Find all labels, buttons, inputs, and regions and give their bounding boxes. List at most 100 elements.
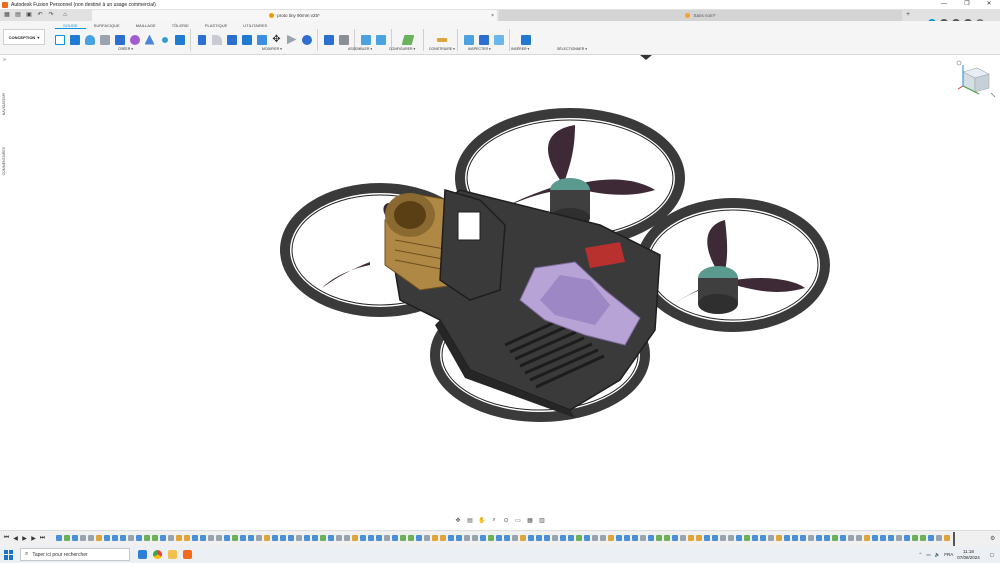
look-at-icon[interactable]: ▤ — [465, 517, 475, 524]
pattern-icon[interactable] — [113, 33, 126, 46]
chrome-app-icon[interactable] — [153, 550, 162, 559]
timeline-feature-icon[interactable] — [456, 535, 462, 541]
clock[interactable]: 11:18 07/08/2024 — [957, 549, 980, 561]
timeline-feature-icon[interactable] — [96, 535, 102, 541]
timeline-feature-icon[interactable] — [128, 535, 134, 541]
file-explorer-icon[interactable] — [168, 550, 177, 559]
timeline-feature-icon[interactable] — [632, 535, 638, 541]
point-icon[interactable] — [158, 33, 171, 46]
home-icon[interactable]: ⌂ — [61, 11, 69, 19]
volume-icon[interactable]: 🔈 — [935, 552, 941, 558]
fillet-icon[interactable] — [210, 33, 223, 46]
timeline-next-icon[interactable]: ▶ — [30, 535, 37, 542]
timeline-feature-icon[interactable] — [352, 535, 358, 541]
timeline-feature-icon[interactable] — [736, 535, 742, 541]
timeline-feature-icon[interactable] — [488, 535, 494, 541]
timeline-feature-icon[interactable] — [296, 535, 302, 541]
timeline-feature-icon[interactable] — [288, 535, 294, 541]
fusion-taskbar-icon[interactable] — [183, 550, 192, 559]
timeline-feature-icon[interactable] — [936, 535, 942, 541]
timeline-feature-icon[interactable] — [424, 535, 430, 541]
configure-table-icon[interactable] — [374, 33, 387, 46]
timeline-feature-icon[interactable] — [888, 535, 894, 541]
timeline-feature-icon[interactable] — [312, 535, 318, 541]
create-sketch-icon[interactable] — [53, 33, 66, 46]
group-select[interactable]: SÉLECTIONNER ▾ — [557, 47, 587, 51]
group-configure[interactable]: CONFIGURER ▾ — [389, 47, 415, 51]
timeline-feature-icon[interactable] — [944, 535, 950, 541]
timeline-feature-icon[interactable] — [168, 535, 174, 541]
timeline-feature-icon[interactable] — [80, 535, 86, 541]
chamfer-icon[interactable] — [225, 33, 238, 46]
timeline-feature-icon[interactable] — [928, 535, 934, 541]
taskbar-search[interactable]: ⌕ Taper ici pour rechercher — [20, 548, 130, 561]
3d-viewport[interactable] — [0, 55, 1000, 528]
timeline-feature-icon[interactable] — [824, 535, 830, 541]
timeline-feature-icon[interactable] — [400, 535, 406, 541]
timeline-feature-icon[interactable] — [232, 535, 238, 541]
timeline-feature-icon[interactable] — [728, 535, 734, 541]
timeline-feature-icon[interactable] — [120, 535, 126, 541]
notification-icon[interactable]: ▢ — [990, 552, 994, 558]
timeline-feature-icon[interactable] — [696, 535, 702, 541]
joint-icon[interactable] — [337, 33, 350, 46]
timeline-feature-icon[interactable] — [896, 535, 902, 541]
timeline-feature-icon[interactable] — [784, 535, 790, 541]
align-icon[interactable] — [285, 33, 298, 46]
timeline-feature-icon[interactable] — [200, 535, 206, 541]
timeline-feature-icon[interactable] — [88, 535, 94, 541]
display-settings-icon[interactable]: ▭ — [513, 517, 523, 524]
timeline-feature-icon[interactable] — [112, 535, 118, 541]
timeline-feature-icon[interactable] — [680, 535, 686, 541]
timeline-feature-icon[interactable] — [704, 535, 710, 541]
tray-chevron-icon[interactable]: ⌃ — [919, 552, 923, 558]
timeline-feature-icon[interactable] — [256, 535, 262, 541]
save-icon[interactable]: ▣ — [25, 11, 33, 19]
tab-proto-tiny[interactable]: proto tiny 90mm v25* × — [92, 10, 497, 21]
timeline-feature-icon[interactable] — [216, 535, 222, 541]
timeline-feature-icon[interactable] — [616, 535, 622, 541]
parameters-icon[interactable] — [359, 33, 372, 46]
zoom-icon[interactable]: ⌕ — [489, 517, 499, 524]
tab-solide[interactable]: SOLIDE — [55, 22, 86, 29]
box-icon[interactable] — [68, 33, 81, 46]
timeline-feature-icon[interactable] — [712, 535, 718, 541]
timeline-start-icon[interactable]: ⏮ — [3, 535, 10, 542]
offset-plane-icon[interactable] — [401, 33, 414, 46]
mirror-icon[interactable] — [173, 33, 186, 46]
timeline-feature-icon[interactable] — [344, 535, 350, 541]
timeline-feature-icon[interactable] — [392, 535, 398, 541]
timeline-feature-icon[interactable] — [624, 535, 630, 541]
tab-surfacique[interactable]: SURFACIQUE — [86, 22, 128, 29]
timeline-feature-icon[interactable] — [248, 535, 254, 541]
press-pull-icon[interactable] — [195, 33, 208, 46]
timeline-feature-icon[interactable] — [528, 535, 534, 541]
timeline-feature-icon[interactable] — [472, 535, 478, 541]
timeline-feature-icon[interactable] — [808, 535, 814, 541]
timeline-feature-icon[interactable] — [648, 535, 654, 541]
viewports-icon[interactable]: ▥ — [537, 517, 547, 524]
timeline-feature-icon[interactable] — [224, 535, 230, 541]
timeline-feature-icon[interactable] — [480, 535, 486, 541]
redo-icon[interactable]: ↷ — [47, 11, 55, 19]
timeline-marker[interactable] — [953, 532, 955, 546]
shell-icon[interactable] — [240, 33, 253, 46]
move-icon[interactable]: ✥ — [270, 33, 283, 46]
fit-icon[interactable]: ⊙ — [501, 517, 511, 524]
timeline-feature-icon[interactable] — [880, 535, 886, 541]
group-construct[interactable]: CONSTRUIRE ▾ — [429, 47, 455, 51]
timeline-feature-icon[interactable] — [320, 535, 326, 541]
group-create[interactable]: CRÉER ▾ — [118, 47, 133, 51]
timeline-feature-icon[interactable] — [72, 535, 78, 541]
timeline-feature-icon[interactable] — [720, 535, 726, 541]
minimize-button[interactable]: — — [933, 0, 955, 9]
workspace-selector[interactable]: CONCEPTION ▾ — [3, 29, 45, 45]
insert-derive-icon[interactable] — [462, 33, 475, 46]
timeline-feature-icon[interactable] — [584, 535, 590, 541]
timeline-feature-icon[interactable] — [384, 535, 390, 541]
group-inspect[interactable]: INSPECTER ▾ — [468, 47, 491, 51]
data-panel-icon[interactable]: ▦ — [3, 11, 11, 19]
timeline-feature-icon[interactable] — [440, 535, 446, 541]
timeline-feature-icon[interactable] — [800, 535, 806, 541]
timeline-feature-icon[interactable] — [776, 535, 782, 541]
